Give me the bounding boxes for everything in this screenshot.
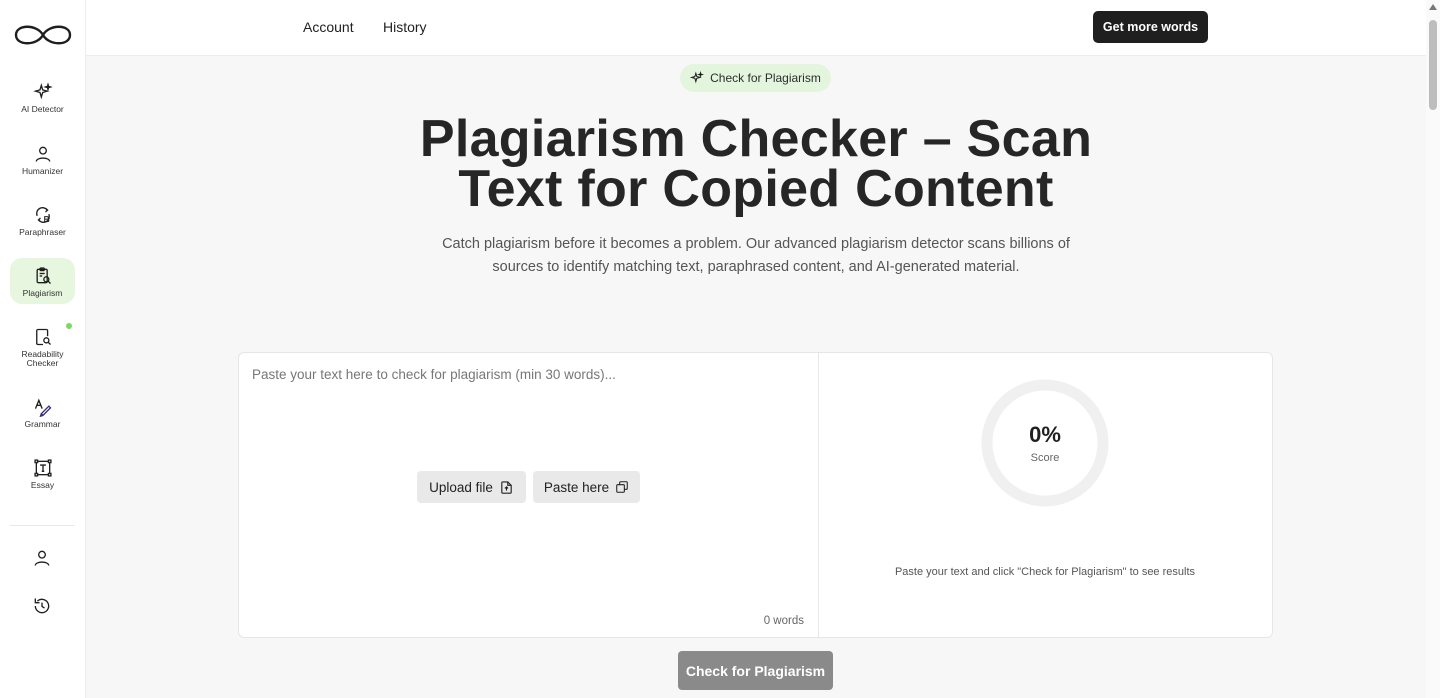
new-badge-dot <box>66 323 72 329</box>
get-more-words-button[interactable]: Get more words <box>1093 11 1208 43</box>
sidebar-item-essay[interactable]: Essay <box>10 454 75 500</box>
sidebar-item-paraphraser[interactable]: Paraphraser <box>10 201 75 247</box>
nav-link-history[interactable]: History <box>383 19 427 35</box>
word-count: 0 words <box>763 615 804 627</box>
sidebar-item-humanizer[interactable]: Humanizer <box>10 140 75 186</box>
paste-here-button[interactable]: Paste here <box>533 471 640 503</box>
sidebar-item-label: AI Detector <box>21 104 64 114</box>
user-icon[interactable] <box>31 547 53 569</box>
score-value: 0% <box>1029 422 1061 447</box>
grammar-icon <box>34 398 51 417</box>
sidebar-item-label: Readability Checker <box>21 349 64 368</box>
sidebar-item-label: Essay <box>30 480 55 490</box>
paraphrase-icon <box>35 207 50 223</box>
sidebar-item-label: Humanizer <box>21 166 64 176</box>
nav-link-account[interactable]: Account <box>303 19 354 35</box>
copy-icon <box>616 481 628 493</box>
sidebar-item-plagiarism[interactable]: Plagiarism <box>10 258 75 304</box>
document-search-icon <box>35 328 51 346</box>
feature-pill: Check for Plagiarism <box>680 64 831 92</box>
sidebar-divider <box>10 525 75 526</box>
sidebar-item-label: Plagiarism <box>22 288 63 298</box>
scroll-thumb[interactable] <box>1429 20 1437 110</box>
page-subtitle: Catch plagiarism before it becomes a pro… <box>442 236 1070 275</box>
sidebar-item-label: Grammar <box>24 419 61 429</box>
result-hint: Paste your text and click "Check for Pla… <box>894 566 1196 578</box>
text-frame-icon <box>33 459 52 477</box>
scroll-up-arrow-icon[interactable] <box>1429 4 1437 10</box>
upload-file-label: Upload file <box>429 479 493 495</box>
upload-file-button[interactable]: Upload file <box>417 471 526 503</box>
card-divider <box>818 353 819 637</box>
infinity-logo-icon[interactable] <box>10 18 76 52</box>
text-input[interactable] <box>252 367 802 607</box>
feature-pill-label: Check for Plagiarism <box>710 71 821 85</box>
sidebar-item-grammar[interactable]: Grammar <box>10 393 75 439</box>
sidebar-item-readability-checker[interactable]: Readability Checker <box>10 323 75 373</box>
score-label: Score <box>1030 452 1060 464</box>
check-for-plagiarism-button[interactable]: Check for Plagiarism <box>678 651 833 690</box>
sidebar-item-ai-detector[interactable]: AI Detector <box>10 78 75 124</box>
sidebar-item-label: Paraphraser <box>19 227 66 237</box>
sidebar: AI Detector Humanizer Paraphraser Plagia… <box>0 0 86 698</box>
sparkle-icon <box>32 82 53 100</box>
person-icon <box>35 146 50 162</box>
sparkle-icon <box>690 71 705 84</box>
clipboard-search-icon <box>36 267 51 284</box>
file-upload-icon <box>501 480 512 494</box>
history-icon[interactable] <box>31 595 53 617</box>
top-header: Account History Get more words <box>86 0 1426 56</box>
paste-here-label: Paste here <box>543 479 610 495</box>
page-scrollbar[interactable] <box>1426 0 1440 698</box>
plagiarism-checker-card: Upload file Paste here 0 words 0% Score … <box>238 352 1273 638</box>
page-title: Plagiarism Checker – Scan Text for Copie… <box>419 110 1093 218</box>
